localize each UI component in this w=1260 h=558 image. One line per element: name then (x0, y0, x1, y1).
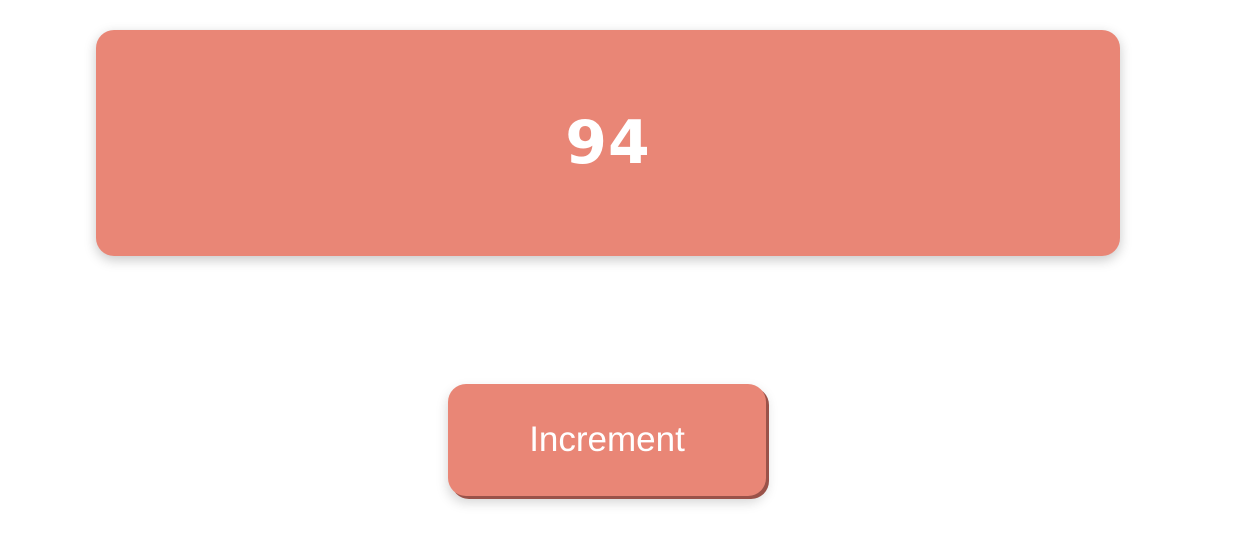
counter-app: 94 Increment (0, 0, 1260, 558)
increment-button[interactable]: Increment (448, 384, 766, 496)
counter-value: 94 (565, 108, 651, 178)
counter-display-card: 94 (96, 30, 1120, 256)
